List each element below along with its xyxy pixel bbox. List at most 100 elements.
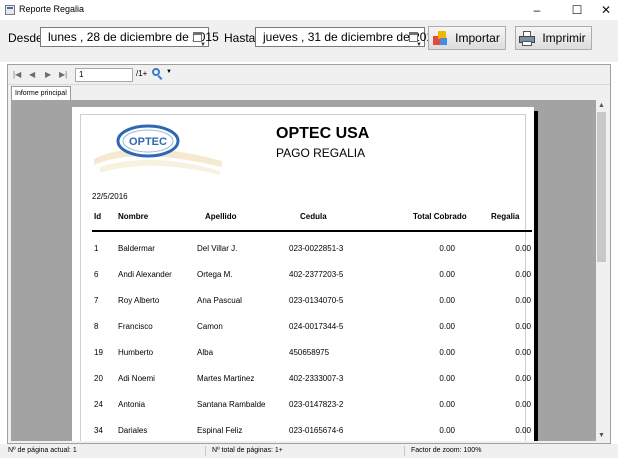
column-header-id: Id (94, 212, 102, 221)
cell-total-cobrado: 0.00 (439, 270, 455, 279)
cell-regalia: 0.00 (515, 296, 531, 305)
cell-nombre: Adi Noemi (118, 374, 155, 383)
status-zoom: Factor de zoom: 100% (411, 447, 482, 454)
cell-total-cobrado: 0.00 (439, 348, 455, 357)
status-separator (205, 446, 206, 456)
printer-icon (519, 31, 535, 46)
cell-regalia: 0.00 (515, 426, 531, 435)
calendar-dropdown-icon[interactable]: ▼ (193, 31, 206, 48)
desde-label: Desde (8, 31, 43, 45)
cell-nombre: Andi Alexander (118, 270, 172, 279)
desde-date-picker[interactable]: lunes , 28 de diciembre de 2015 ▼ (40, 27, 219, 48)
cell-id: 1 (94, 244, 99, 253)
status-total-pages: Nº total de páginas: 1+ (212, 447, 283, 454)
cell-apellido: Camon (197, 322, 223, 331)
cell-total-cobrado: 0.00 (439, 400, 455, 409)
column-header-total-cobrado: Total Cobrado (413, 212, 467, 221)
calendar-dropdown-icon[interactable]: ▼ (409, 31, 422, 48)
cell-nombre: Humberto (118, 348, 154, 357)
cell-total-cobrado: 0.00 (439, 374, 455, 383)
cell-total-cobrado: 0.00 (439, 244, 455, 253)
cell-cedula: 450658975 (289, 348, 330, 357)
cell-regalia: 0.00 (515, 270, 531, 279)
scroll-up-icon[interactable]: ▲ (596, 100, 607, 111)
cell-id: 19 (94, 348, 103, 357)
title-bar: Reporte Regalia – ☐ ✕ (0, 0, 618, 20)
cell-total-cobrado: 0.00 (439, 296, 455, 305)
tab-strip: Informe principal (8, 85, 610, 100)
logo-text: OPTEC (129, 136, 167, 148)
import-button-label: Importar (455, 31, 500, 45)
tab-informe-principal[interactable]: Informe principal (11, 86, 71, 100)
report-canvas: OPTEC OPTEC USA PAGO REGALIA 22/5/2016 I… (11, 100, 607, 441)
scroll-down-icon[interactable]: ▼ (596, 430, 607, 441)
column-header-apellido: Apellido (205, 212, 237, 221)
cell-nombre: Dariales (118, 426, 148, 435)
cell-regalia: 0.00 (515, 322, 531, 331)
page-total-label: /1+ (136, 69, 148, 78)
cell-apellido: Espinal Feliz (197, 426, 243, 435)
report-title: PAGO REGALIA (276, 146, 366, 160)
maximize-button[interactable]: ☐ (562, 0, 592, 20)
cell-id: 8 (94, 322, 99, 331)
print-button-label: Imprimir (542, 31, 586, 45)
cell-cedula: 023-0134070-5 (289, 296, 344, 305)
viewer-toolbar: |◀ ◀ ▶ ▶| 1 /1+ ▼ (8, 65, 610, 85)
cell-regalia: 0.00 (515, 348, 531, 357)
app-icon (5, 5, 15, 15)
hasta-date-picker[interactable]: jueves , 31 de diciembre de 2015 ▼ (255, 27, 440, 48)
report-page: OPTEC OPTEC USA PAGO REGALIA 22/5/2016 I… (72, 107, 534, 441)
cell-total-cobrado: 0.00 (439, 322, 455, 331)
last-page-icon[interactable]: ▶| (59, 70, 67, 80)
window-title: Reporte Regalia (19, 4, 85, 14)
cell-cedula: 024-0017344-5 (289, 322, 344, 331)
cell-regalia: 0.00 (515, 400, 531, 409)
first-page-icon[interactable]: |◀ (13, 70, 21, 80)
cell-id: 7 (94, 296, 99, 305)
company-name: OPTEC USA (276, 125, 370, 142)
cell-nombre: Antonia (118, 400, 146, 409)
cell-apellido: Alba (197, 348, 214, 357)
cell-regalia: 0.00 (515, 244, 531, 253)
filter-toolbar: Desde lunes , 28 de diciembre de 2015 ▼ … (0, 20, 618, 62)
print-button[interactable]: Imprimir (515, 26, 592, 50)
hasta-label: Hasta (224, 31, 256, 45)
column-header-nombre: Nombre (118, 212, 149, 221)
cell-id: 6 (94, 270, 99, 279)
previous-page-icon[interactable]: ◀ (29, 70, 35, 80)
cell-cedula: 402-2377203-5 (289, 270, 344, 279)
vertical-scrollbar[interactable]: ▲ ▼ (596, 100, 607, 441)
report-date: 22/5/2016 (92, 192, 128, 201)
cell-cedula: 023-0165674-6 (289, 426, 344, 435)
cell-apellido: Ortega M. (197, 270, 233, 279)
report-viewer: |◀ ◀ ▶ ▶| 1 /1+ ▼ Informe principal OPTE… (7, 64, 611, 444)
cell-cedula: 023-0022851-3 (289, 244, 344, 253)
status-separator (404, 446, 405, 456)
cell-apellido: Del Villar J. (197, 244, 238, 253)
cell-cedula: 402-2333007-3 (289, 374, 344, 383)
zoom-icon[interactable]: ▼ (152, 67, 172, 81)
cell-nombre: Roy Alberto (118, 296, 160, 305)
close-button[interactable]: ✕ (591, 0, 618, 20)
page-content: OPTEC OPTEC USA PAGO REGALIA 22/5/2016 I… (80, 114, 532, 441)
page-number-input[interactable]: 1 (75, 68, 133, 82)
cell-nombre: Francisco (118, 322, 153, 331)
cell-id: 24 (94, 400, 103, 409)
cell-apellido: Martes Martinez (197, 374, 255, 383)
minimize-button[interactable]: – (522, 0, 552, 20)
cell-total-cobrado: 0.00 (439, 426, 455, 435)
cell-apellido: Ana Pascual (197, 296, 242, 305)
column-header-cedula: Cedula (300, 212, 327, 221)
import-button[interactable]: Importar (428, 26, 506, 50)
cell-apellido: Santana Rambalde (197, 400, 266, 409)
scroll-thumb[interactable] (597, 112, 606, 262)
cell-regalia: 0.00 (515, 374, 531, 383)
cell-id: 20 (94, 374, 103, 383)
status-bar: Nº de página actual: 1 Nº total de págin… (0, 444, 618, 458)
status-current-page: Nº de página actual: 1 (8, 447, 77, 454)
cell-nombre: Baldermar (118, 244, 155, 253)
next-page-icon[interactable]: ▶ (45, 70, 51, 80)
header-rule (92, 230, 532, 232)
import-icon (432, 30, 448, 46)
optec-logo: OPTEC (94, 124, 222, 175)
